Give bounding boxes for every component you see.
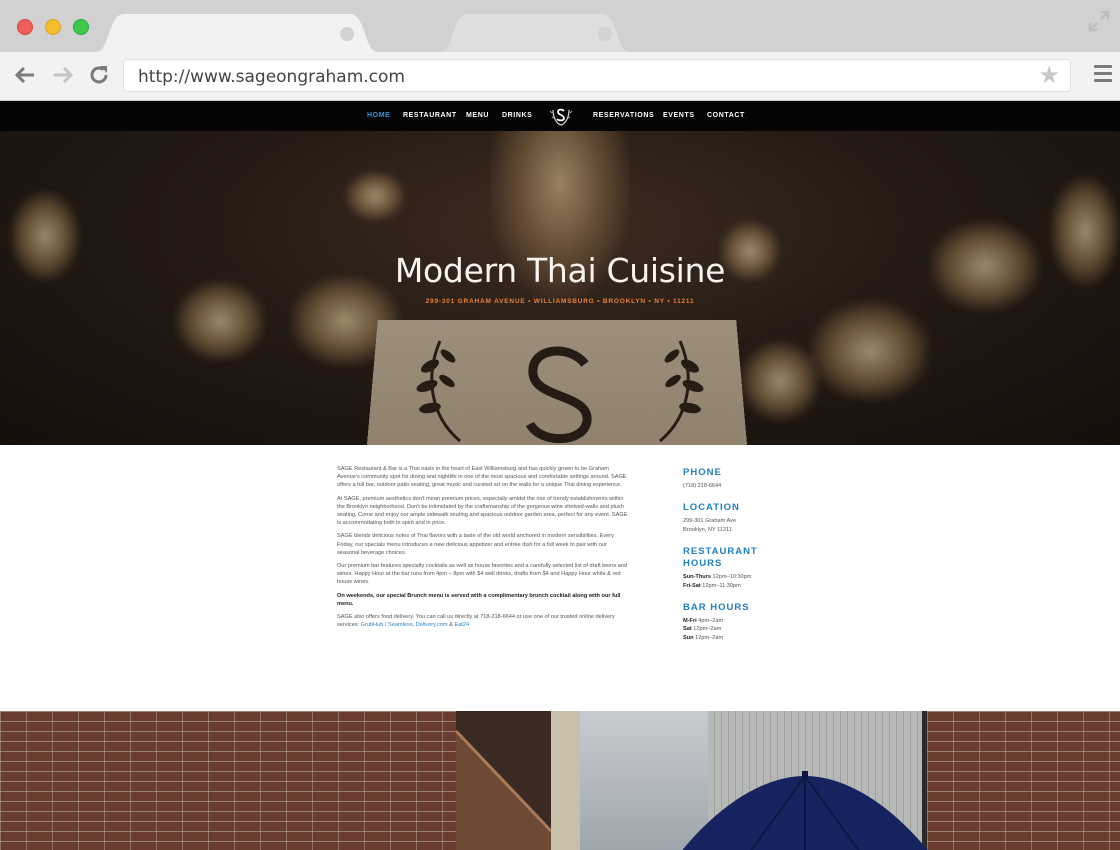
brick-wall	[927, 711, 1120, 850]
hours-row: Fri-Sat 12pm–11:30pm	[683, 582, 833, 590]
info-sidebar: PHONE (718) 218-6644 LOCATION 299-301 Gr…	[683, 467, 833, 654]
location-block: LOCATION 299-301 Graham Ave Brooklyn, NY…	[683, 502, 833, 534]
grubhub-link[interactable]: GrubHub	[361, 622, 384, 628]
bar-hours-list: M-Fri 4pm–2am Sat 12pm–2am Sun 12pm–2am	[683, 617, 833, 642]
hours-time: 12pm–11:30pm	[702, 582, 741, 589]
phone-heading: PHONE	[683, 467, 722, 478]
nav-reservations[interactable]: RESERVATIONS	[593, 112, 654, 119]
hours-days: M-Fri	[683, 618, 697, 625]
awning-image	[456, 711, 551, 850]
intro-paragraph: SAGE blends delicious notes of Thai flav…	[337, 533, 614, 556]
website-viewport: HOME RESTAURANT MENU DRINKS RESERVATIONS…	[0, 101, 1120, 850]
nav-drinks[interactable]: DRINKS	[502, 112, 532, 119]
intro-paragraph: SAGE Restaurant & Bar is a Thai oasis in…	[337, 466, 627, 489]
patio-photo	[0, 711, 1120, 850]
hours-days: Sun-Thurs	[683, 574, 711, 581]
hours-time: 4pm–2am	[698, 618, 724, 625]
maximize-window-button[interactable]	[73, 19, 89, 35]
brick-wall	[0, 711, 460, 850]
minimize-window-button[interactable]	[45, 19, 61, 35]
close-window-button[interactable]	[17, 19, 33, 35]
back-button[interactable]	[12, 62, 38, 88]
bar-hours-block: BAR HOURS M-Fri 4pm–2am Sat 12pm–2am Sun…	[683, 602, 833, 642]
hours-time: 12pm–2am	[695, 634, 724, 641]
browser-tab-active[interactable]	[96, 14, 378, 52]
address-line: 299-301 Graham Ave	[683, 518, 737, 525]
delivery-paragraph: SAGE also offers food delivery. You can …	[337, 613, 630, 629]
brunch-paragraph: On weekends, our special Brunch menu is …	[337, 592, 621, 607]
content-section: SAGE Restaurant & Bar is a Thai oasis in…	[0, 445, 1120, 711]
hours-row: Sun 12pm–2am	[683, 634, 833, 642]
nav-menu[interactable]: MENU	[466, 112, 489, 119]
nav-events[interactable]: EVENTS	[663, 112, 695, 119]
phone-number[interactable]: (718) 218-6644	[683, 482, 833, 490]
eat24-link[interactable]: Eat24	[454, 622, 469, 628]
hours-row: Sun-Thurs 12pm–10:30pm	[683, 573, 833, 581]
patio-umbrella-image	[682, 771, 928, 850]
reload-button[interactable]	[86, 62, 112, 88]
heading-line: RESTAURANT	[683, 546, 758, 558]
restaurant-hours-list: Sun-Thurs 12pm–10:30pm Fri-Sat 12pm–11:3…	[683, 573, 833, 590]
hours-time: 12pm–10:30pm	[712, 574, 752, 581]
restaurant-hours-heading: RESTAURANT HOURS	[683, 546, 833, 570]
hero-banner: Modern Thai Cuisine 299-301 GRAHAM AVENU…	[0, 131, 1120, 445]
tab-close-icon[interactable]	[598, 27, 612, 41]
delivery-com-link[interactable]: Delivery.com	[416, 622, 448, 628]
intro-text: SAGE Restaurant & Bar is a Thai oasis in…	[337, 465, 630, 634]
location-heading: LOCATION	[683, 502, 740, 514]
forward-button[interactable]	[50, 62, 76, 88]
bar-hours-heading: BAR HOURS	[683, 602, 750, 614]
nav-home[interactable]: HOME	[367, 112, 390, 119]
hours-days: Sat	[683, 626, 692, 633]
hours-days: Sun	[683, 634, 694, 641]
forward-arrow-icon	[54, 66, 74, 84]
star-icon[interactable]: ★	[1038, 63, 1060, 89]
heading-line: HOURS	[683, 558, 723, 570]
url-text: http://www.sageongraham.com	[138, 67, 405, 87]
hours-days: Fri-Sat	[683, 582, 701, 589]
hours-time: 12pm–2am	[693, 626, 722, 633]
address-line: Brooklyn, NY 11211	[683, 526, 732, 533]
hours-row: M-Fri 4pm–2am	[683, 617, 833, 625]
phone-block: PHONE (718) 218-6644	[683, 467, 833, 490]
reload-icon	[90, 66, 108, 84]
nav-restaurant[interactable]: RESTAURANT	[403, 112, 457, 119]
hero-address: 299-301 GRAHAM AVENUE • WILLIAMSBURG • B…	[425, 298, 695, 305]
back-arrow-icon	[14, 66, 34, 84]
hero-title: Modern Thai Cuisine	[394, 251, 726, 290]
intro-paragraph: At SAGE, premium aesthetics don't mean p…	[337, 495, 628, 527]
seamless-link[interactable]: Seamless	[388, 622, 413, 628]
address-text: 299-301 Graham Ave Brooklyn, NY 11211	[683, 517, 833, 534]
browser-titlebar	[0, 0, 1120, 52]
restaurant-hours-block: RESTAURANT HOURS Sun-Thurs 12pm–10:30pm …	[683, 546, 833, 590]
browser-toolbar: http://www.sageongraham.com ★	[0, 52, 1120, 101]
site-nav-bar: HOME RESTAURANT MENU DRINKS RESERVATIONS…	[0, 101, 1120, 131]
hours-row: Sat 12pm–2am	[683, 625, 833, 633]
sage-logo-icon[interactable]	[549, 104, 573, 128]
nav-contact[interactable]: CONTACT	[707, 112, 745, 119]
browser-tab-inactive[interactable]	[440, 14, 630, 52]
expand-icon[interactable]	[1088, 10, 1110, 32]
tab-close-icon[interactable]	[340, 27, 354, 41]
address-bar[interactable]: http://www.sageongraham.com ★	[123, 59, 1071, 92]
intro-paragraph: Our premium bar features specialty cockt…	[337, 563, 628, 586]
menu-icon[interactable]	[1094, 65, 1112, 85]
